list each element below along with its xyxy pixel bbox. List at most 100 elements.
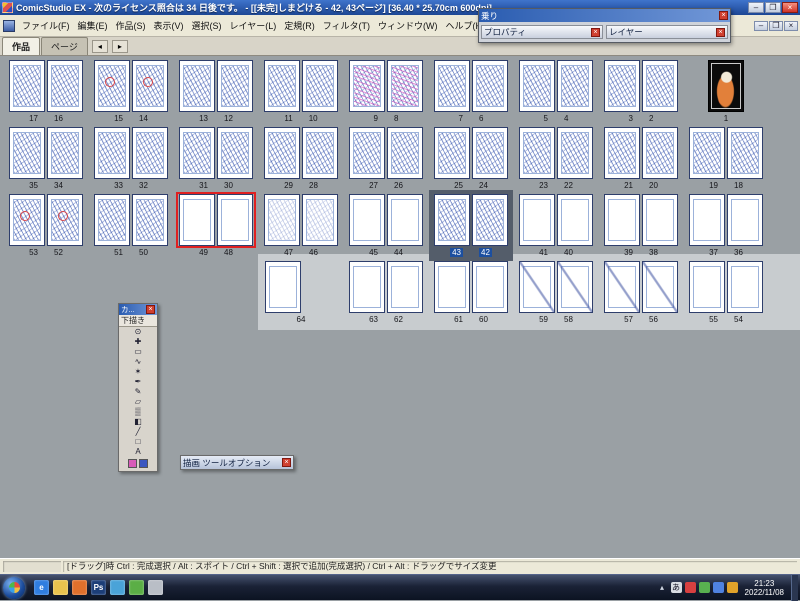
shape-tool-icon[interactable]: □ (119, 437, 157, 447)
pencil-tool-icon[interactable]: ✎ (119, 387, 157, 397)
page-thumbnail[interactable]: 37 36 (688, 194, 764, 257)
doc-minimize-button[interactable]: – (754, 20, 768, 31)
paint-app-icon[interactable] (110, 580, 125, 595)
page-thumbnail[interactable]: 43 42 (433, 194, 509, 257)
tab-page[interactable]: ページ (41, 37, 88, 55)
page-thumbnail[interactable]: 59 58 (518, 261, 594, 324)
volume-tray-icon[interactable] (712, 582, 724, 593)
tool-options-titlebar[interactable]: 描画 ツールオプション × (181, 456, 293, 469)
close-icon[interactable]: × (719, 11, 728, 20)
page-thumbnail[interactable]: 11 10 (263, 60, 339, 123)
app-gray-icon[interactable] (148, 580, 163, 595)
start-button[interactable] (3, 576, 25, 599)
page-spread (348, 194, 424, 246)
media-player-icon[interactable] (72, 580, 87, 595)
properties-palette-bar[interactable]: プロパティ × (481, 25, 603, 39)
network-tray-icon[interactable] (698, 582, 710, 593)
doc-close-button[interactable]: × (784, 20, 798, 31)
zoom-tool-icon[interactable]: ⊙ (119, 327, 157, 337)
folder-icon[interactable] (53, 580, 68, 595)
pen-tool-icon[interactable]: ✒ (119, 377, 157, 387)
page-number: 41 (539, 248, 548, 257)
page-thumbnail[interactable]: 47 46 (263, 194, 339, 257)
close-button[interactable]: × (782, 2, 798, 13)
close-icon[interactable]: × (591, 27, 600, 37)
page-number: 10 (308, 114, 318, 123)
foreground-color-swatch[interactable] (128, 459, 137, 468)
page-thumbnail[interactable]: 76 (433, 60, 509, 123)
close-icon[interactable]: × (716, 27, 725, 37)
menu-item[interactable]: 選択(S) (188, 17, 226, 34)
menu-item[interactable]: 作品(S) (112, 17, 150, 34)
text-tool-icon[interactable]: A (119, 447, 157, 457)
page-thumbnail[interactable]: 98 (348, 60, 424, 123)
close-icon[interactable]: × (282, 458, 291, 467)
app-green-icon[interactable] (129, 580, 144, 595)
page-thumbnail[interactable]: 25 24 (433, 127, 509, 190)
page-thumbnail[interactable]: 55 54 (688, 261, 764, 324)
page-thumbnail[interactable]: 35 34 (8, 127, 84, 190)
hidden-icons-chevron[interactable]: ▴ (657, 582, 668, 593)
fill-tool-icon[interactable]: ◧ (119, 417, 157, 427)
page-thumbnail[interactable]: 27 26 (348, 127, 424, 190)
close-icon[interactable]: × (146, 305, 155, 314)
airbrush-tool-icon[interactable]: ▒ (119, 407, 157, 417)
page-thumbnail[interactable]: 41 40 (518, 194, 594, 257)
page-thumbnail[interactable]: 15 14 (93, 60, 169, 123)
menu-item[interactable]: ファイル(F) (18, 17, 74, 34)
photoshop-icon[interactable]: Ps (91, 580, 106, 595)
document-icon (3, 19, 15, 32)
float-palette-titlebar[interactable]: 乗り × (479, 9, 730, 22)
page-thumbnail[interactable]: 19 18 (688, 127, 764, 190)
page-thumbnail[interactable]: 13 12 (178, 60, 254, 123)
marquee-select-tool-icon[interactable]: ▭ (119, 347, 157, 357)
page-number: 3 (628, 114, 633, 123)
magic-wand-tool-icon[interactable]: ✶ (119, 367, 157, 377)
page-thumbnail[interactable]: 51 50 (93, 194, 169, 257)
maximize-button[interactable]: ❐ (765, 2, 781, 13)
page-thumbnail-cover[interactable]: 1 (688, 60, 764, 123)
menu-item[interactable]: レイヤー(L) (226, 17, 281, 34)
ime-icon[interactable]: あ (670, 582, 682, 593)
prev-page-icon[interactable]: ◂ (91, 40, 108, 53)
page-thumbnail[interactable]: 33 32 (93, 127, 169, 190)
page-thumbnail[interactable]: 57 56 (603, 261, 679, 324)
page-thumbnail[interactable]: 29 28 (263, 127, 339, 190)
update-tray-icon[interactable] (726, 582, 738, 593)
tools-palette-titlebar[interactable]: カ... × (119, 304, 157, 315)
page-thumbnail[interactable]: 32 (603, 60, 679, 123)
page-thumbnail[interactable]: 49 48 (178, 194, 254, 257)
page-thumbnail[interactable]: 45 44 (348, 194, 424, 257)
page-thumbnail[interactable]: 54 (518, 60, 594, 123)
page-thumbnail[interactable]: 31 30 (178, 127, 254, 190)
menu-item[interactable]: ウィンドウ(W) (374, 17, 442, 34)
show-desktop-button[interactable] (791, 574, 798, 601)
page-thumbnail[interactable]: 23 22 (518, 127, 594, 190)
next-page-icon[interactable]: ▸ (111, 40, 128, 53)
hand-tool-icon[interactable]: ✚ (119, 337, 157, 347)
menu-item[interactable]: 編集(E) (74, 17, 112, 34)
lasso-select-tool-icon[interactable]: ∿ (119, 357, 157, 367)
eraser-tool-icon[interactable]: ▱ (119, 397, 157, 407)
page-spread (433, 194, 509, 246)
sketch-content (524, 133, 550, 173)
doc-restore-button[interactable]: ❐ (769, 20, 783, 31)
menu-item[interactable]: 定規(R) (280, 17, 319, 34)
page-thumbnail[interactable]: 61 60 (433, 261, 509, 324)
page-thumbnail[interactable]: 21 20 (603, 127, 679, 190)
internet-explorer-icon[interactable]: e (34, 580, 49, 595)
taskbar-clock[interactable]: 21:23 2022/11/08 (742, 579, 787, 597)
line-tool-icon[interactable]: ╱ (119, 427, 157, 437)
minimize-button[interactable]: – (748, 2, 764, 13)
tab-work[interactable]: 作品 (2, 37, 41, 55)
menu-item[interactable]: 表示(V) (150, 17, 188, 34)
page-thumbnail[interactable]: 39 38 (603, 194, 679, 257)
antivirus-tray-icon[interactable] (684, 582, 696, 593)
page-thumbnail[interactable]: 64 (263, 261, 339, 324)
background-color-swatch[interactable] (139, 459, 148, 468)
page-thumbnail[interactable]: 17 16 (8, 60, 84, 123)
layers-palette-bar[interactable]: レイヤー × (606, 25, 728, 39)
page-thumbnail[interactable]: 53 52 (8, 194, 84, 257)
page-thumbnail[interactable]: 63 62 (348, 261, 424, 324)
menu-item[interactable]: フィルタ(T) (319, 17, 374, 34)
